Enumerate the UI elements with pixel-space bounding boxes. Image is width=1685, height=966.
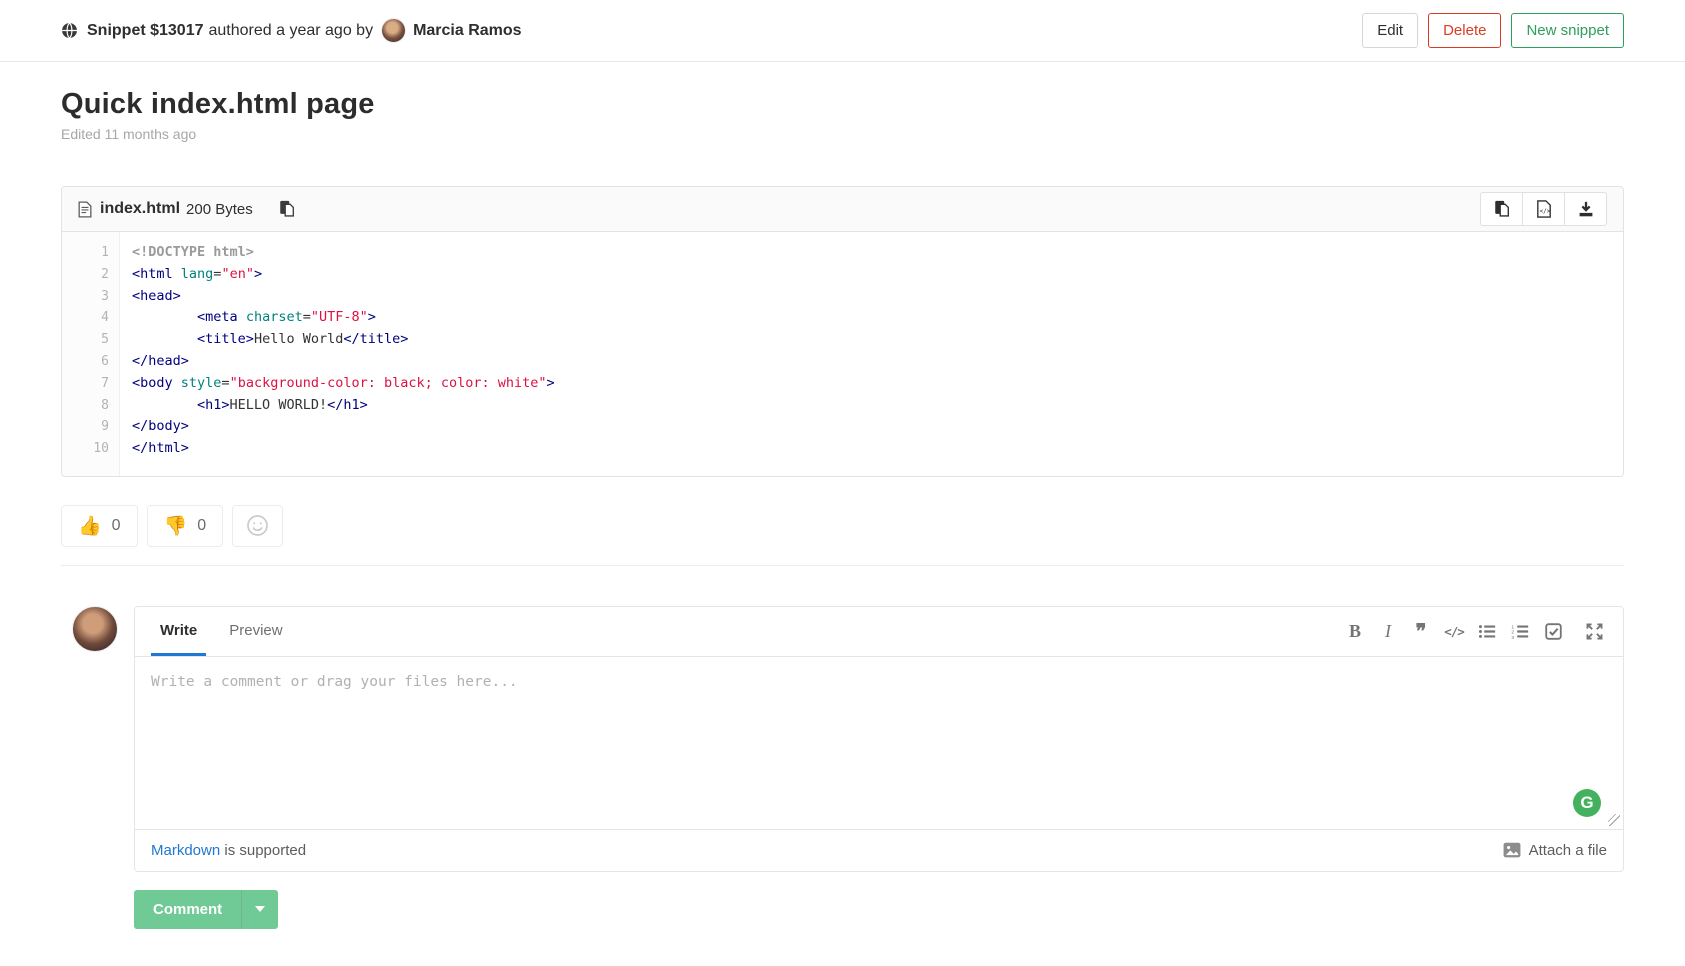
- file-header: index.html 200 Bytes <: [62, 187, 1623, 232]
- thumbsup-count: 0: [112, 517, 121, 535]
- code-line: </body>: [132, 416, 1623, 438]
- edit-button[interactable]: Edit: [1362, 13, 1418, 48]
- line-numbers: 12345678910: [62, 232, 120, 476]
- italic-icon[interactable]: I: [1375, 620, 1401, 644]
- line-number[interactable]: 4: [62, 307, 109, 329]
- code-icon[interactable]: </>: [1441, 620, 1467, 644]
- markdown-toolbar: B I ❞ </> 1 2 3: [1342, 620, 1607, 656]
- grammarly-icon[interactable]: G: [1573, 789, 1601, 817]
- line-number[interactable]: 2: [62, 264, 109, 286]
- download-icon[interactable]: [1564, 192, 1607, 226]
- copy-contents-icon[interactable]: [1480, 192, 1523, 226]
- comment-footer: Markdown is supported Attach a file: [135, 829, 1623, 871]
- award-emoji-block: 👍 0 👎 0: [61, 505, 1624, 566]
- line-number[interactable]: 8: [62, 395, 109, 417]
- comment-submit-button[interactable]: Comment: [134, 890, 278, 929]
- attach-file-button[interactable]: Attach a file: [1503, 842, 1607, 859]
- tab-write[interactable]: Write: [151, 607, 206, 656]
- open-raw-icon[interactable]: </>: [1522, 192, 1565, 226]
- snippet-id: Snippet $13017: [87, 22, 204, 40]
- code-line: <html lang="en">: [132, 264, 1623, 286]
- file-name: index.html: [100, 200, 180, 218]
- svg-text:</>: </>: [1539, 208, 1550, 215]
- smiley-add-reaction-icon: [246, 514, 269, 537]
- thumbsup-emoji-icon: 👍: [78, 514, 102, 538]
- code-line: <!DOCTYPE html>: [132, 242, 1623, 264]
- comment-editor-card: Write Preview B I ❞ </> 1: [134, 606, 1624, 872]
- new-snippet-button[interactable]: New snippet: [1511, 13, 1624, 48]
- fullscreen-icon[interactable]: [1581, 620, 1607, 644]
- code-line: <title>Hello World</title>: [132, 329, 1623, 351]
- line-number[interactable]: 9: [62, 416, 109, 438]
- add-reaction-button[interactable]: [232, 505, 283, 547]
- thumbsdown-count: 0: [197, 517, 206, 535]
- code-line: <body style="background-color: black; co…: [132, 373, 1623, 395]
- comment-textarea[interactable]: [135, 657, 1623, 829]
- markdown-help-link[interactable]: Markdown: [151, 842, 220, 859]
- task-list-icon[interactable]: [1540, 620, 1566, 644]
- code-line: <meta charset="UTF-8">: [132, 307, 1623, 329]
- quote-icon[interactable]: ❞: [1408, 620, 1434, 644]
- file-card: index.html 200 Bytes <: [61, 186, 1624, 477]
- author-name[interactable]: Marcia Ramos: [413, 22, 522, 40]
- copy-to-clipboard-icon[interactable]: [279, 200, 295, 218]
- author-avatar[interactable]: [381, 18, 406, 43]
- svg-text:2: 2: [1511, 630, 1514, 636]
- line-number[interactable]: 3: [62, 286, 109, 308]
- current-user-avatar: [72, 606, 118, 652]
- textarea-resize-handle[interactable]: [1608, 814, 1620, 826]
- thumbsdown-award-button[interactable]: 👎 0: [147, 505, 224, 547]
- code-content: <!DOCTYPE html><html lang="en"><head> <m…: [120, 232, 1623, 476]
- chevron-down-icon: [255, 906, 265, 912]
- comment-submit-label: Comment: [134, 890, 241, 929]
- code-viewer: 12345678910 <!DOCTYPE html><html lang="e…: [62, 232, 1623, 476]
- thumbsup-award-button[interactable]: 👍 0: [61, 505, 138, 547]
- line-number[interactable]: 10: [62, 438, 109, 460]
- bulleted-list-icon[interactable]: [1474, 620, 1500, 644]
- code-line: <h1>HELLO WORLD!</h1>: [132, 395, 1623, 417]
- edited-timestamp: Edited 11 months ago: [61, 126, 1624, 142]
- file-actions-group: </>: [1480, 192, 1607, 226]
- markdown-editor-tabs: Write Preview B I ❞ </> 1: [135, 607, 1623, 657]
- tab-preview[interactable]: Preview: [220, 607, 291, 656]
- delete-button[interactable]: Delete: [1428, 13, 1501, 48]
- thumbsdown-emoji-icon: 👎: [164, 514, 188, 538]
- file-size: 200 Bytes: [186, 201, 253, 218]
- numbered-list-icon[interactable]: 1 2 3: [1507, 620, 1533, 644]
- line-number[interactable]: 5: [62, 329, 109, 351]
- line-number[interactable]: 1: [62, 242, 109, 264]
- new-comment-section: Write Preview B I ❞ </> 1: [61, 606, 1624, 872]
- comment-options-dropdown[interactable]: [241, 890, 278, 929]
- attach-image-icon: [1503, 842, 1521, 858]
- code-line: </html>: [132, 438, 1623, 460]
- comment-write-area: G: [135, 657, 1623, 829]
- svg-text:1: 1: [1511, 625, 1514, 631]
- svg-text:3: 3: [1511, 635, 1514, 639]
- file-document-icon: [78, 201, 92, 218]
- bold-icon[interactable]: B: [1342, 620, 1368, 644]
- code-line: <head>: [132, 286, 1623, 308]
- snippet-header-bar: Snippet $13017 authored a year ago by Ma…: [0, 0, 1685, 62]
- markdown-supported-text: is supported: [220, 842, 306, 859]
- page-title: Quick index.html page: [61, 88, 1624, 121]
- line-number[interactable]: 7: [62, 373, 109, 395]
- attach-file-label: Attach a file: [1529, 842, 1607, 859]
- authored-text: authored a year ago by: [209, 22, 374, 40]
- globe-icon: [61, 22, 78, 39]
- line-number[interactable]: 6: [62, 351, 109, 373]
- code-line: </head>: [132, 351, 1623, 373]
